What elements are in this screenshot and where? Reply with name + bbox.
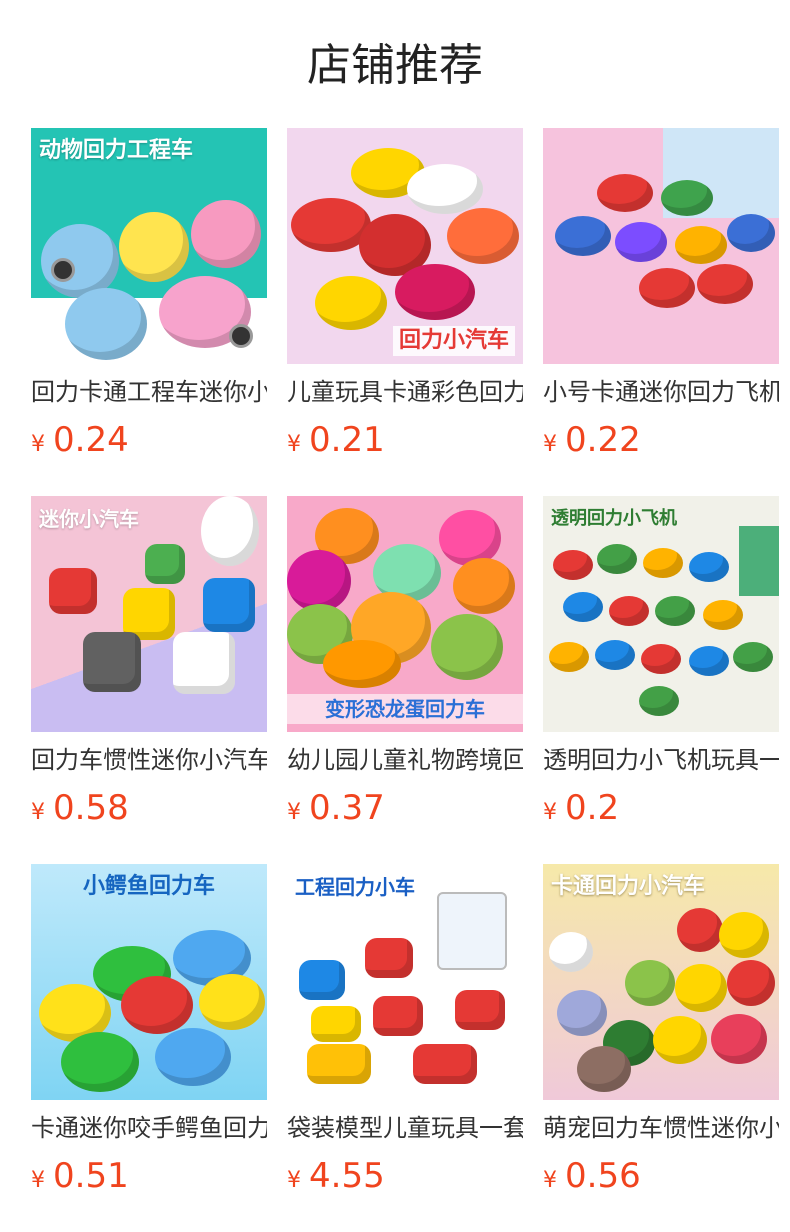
price-value: 4.55 <box>309 1156 385 1196</box>
product-image[interactable]: 工程回力小车 <box>287 864 523 1100</box>
product-image[interactable]: 动物回力工程车 <box>31 128 267 364</box>
product-price: ¥0.2 <box>543 786 779 836</box>
product-name[interactable]: 卡通迷你咬手鳄鱼回力车 <box>31 1112 267 1144</box>
product-name[interactable]: 透明回力小飞机玩具一套 <box>543 744 779 776</box>
currency-symbol: ¥ <box>543 800 557 825</box>
image-banner-text: 回力小汽车 <box>392 326 515 356</box>
product-card[interactable]: 迷你小汽车 回力车惯性迷你小汽车方块 ¥0.58 <box>31 496 267 864</box>
currency-symbol: ¥ <box>543 432 557 457</box>
image-banner-text: 动物回力工程车 <box>39 138 194 163</box>
product-card[interactable]: 工程回力小车 袋装模型儿童玩具一套工程车 ¥4.55 <box>287 864 523 1232</box>
product-image[interactable]: 迷你小汽车 <box>31 496 267 732</box>
product-grid: 动物回力工程车 回力卡通工程车迷你小车 ¥0.24 回力小汽车 儿童玩具卡通彩色 <box>31 128 779 1232</box>
currency-symbol: ¥ <box>31 800 45 825</box>
product-card[interactable]: 回力小汽车 儿童玩具卡通彩色回力小汽车 ¥0.21 <box>287 128 523 496</box>
product-price: ¥0.51 <box>31 1154 267 1204</box>
currency-symbol: ¥ <box>31 432 45 457</box>
product-name[interactable]: 回力车惯性迷你小汽车方块 <box>31 744 267 776</box>
currency-symbol: ¥ <box>287 1168 301 1193</box>
product-name[interactable]: 幼儿园儿童礼物跨境回力车 <box>287 744 523 776</box>
image-banner-text: 卡通回力小汽车 <box>551 874 706 899</box>
image-banner-text: 小鳄鱼回力车 <box>82 874 215 899</box>
product-card[interactable]: 动物回力工程车 回力卡通工程车迷你小车 ¥0.24 <box>31 128 267 496</box>
product-image[interactable]: 变形恐龙蛋回力车 <box>287 496 523 732</box>
product-name[interactable]: 袋装模型儿童玩具一套工程车 <box>287 1112 523 1144</box>
price-value: 0.58 <box>53 788 129 828</box>
currency-symbol: ¥ <box>31 1168 45 1193</box>
price-value: 0.2 <box>565 788 620 828</box>
product-image[interactable]: 回力小汽车 <box>287 128 523 364</box>
product-image[interactable]: 透明回力小飞机 <box>543 496 779 732</box>
product-price: ¥0.21 <box>287 418 523 468</box>
product-image[interactable] <box>543 128 779 364</box>
product-image[interactable]: 小鳄鱼回力车 <box>31 864 267 1100</box>
product-name[interactable]: 小号卡通迷你回力飞机玩具 <box>543 376 779 408</box>
product-card[interactable]: 卡通回力小汽车 萌宠回力车惯性迷你小汽车 ¥0.56 <box>543 864 779 1232</box>
price-value: 0.21 <box>309 420 385 460</box>
image-banner-text: 透明回力小飞机 <box>551 508 677 529</box>
product-name[interactable]: 儿童玩具卡通彩色回力小汽车 <box>287 376 523 408</box>
product-name[interactable]: 萌宠回力车惯性迷你小汽车 <box>543 1112 779 1144</box>
product-price: ¥4.55 <box>287 1154 523 1204</box>
product-image[interactable]: 卡通回力小汽车 <box>543 864 779 1100</box>
price-value: 0.56 <box>565 1156 641 1196</box>
price-value: 0.51 <box>53 1156 129 1196</box>
product-price: ¥0.56 <box>543 1154 779 1204</box>
currency-symbol: ¥ <box>543 1168 557 1193</box>
product-card[interactable]: 变形恐龙蛋回力车 幼儿园儿童礼物跨境回力车 ¥0.37 <box>287 496 523 864</box>
price-value: 0.22 <box>565 420 641 460</box>
product-price: ¥0.24 <box>31 418 267 468</box>
product-card[interactable]: 透明回力小飞机 透明回力小飞机玩具一套 ¥0.2 <box>543 496 779 864</box>
image-banner-text: 变形恐龙蛋回力车 <box>287 694 523 724</box>
product-price: ¥0.22 <box>543 418 779 468</box>
product-price: ¥0.37 <box>287 786 523 836</box>
product-card[interactable]: 小号卡通迷你回力飞机玩具 ¥0.22 <box>543 128 779 496</box>
product-price: ¥0.58 <box>31 786 267 836</box>
section-title: 店铺推荐 <box>307 40 483 91</box>
currency-symbol: ¥ <box>287 432 301 457</box>
price-value: 0.24 <box>53 420 129 460</box>
currency-symbol: ¥ <box>287 800 301 825</box>
price-value: 0.37 <box>309 788 385 828</box>
product-name[interactable]: 回力卡通工程车迷你小车 <box>31 376 267 408</box>
product-card[interactable]: 小鳄鱼回力车 卡通迷你咬手鳄鱼回力车 ¥0.51 <box>31 864 267 1232</box>
